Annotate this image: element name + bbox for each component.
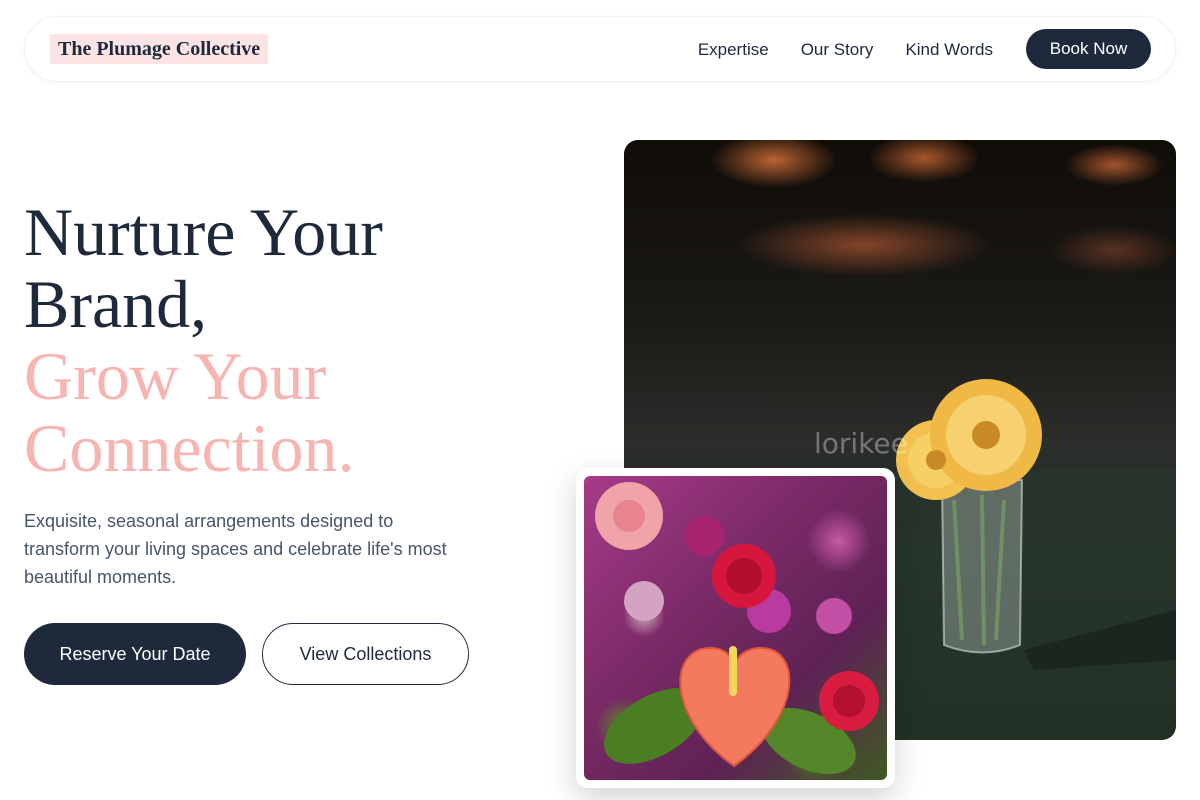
- nav-link-kind-words[interactable]: Kind Words: [905, 40, 993, 60]
- hero-title-line-4: Connection.: [24, 410, 355, 486]
- bouquet-photo: [584, 476, 887, 780]
- book-now-button[interactable]: Book Now: [1026, 29, 1151, 69]
- nav-link-expertise[interactable]: Expertise: [698, 40, 769, 60]
- hero-title: Nurture Your Brand, Grow Your Connection…: [24, 196, 504, 484]
- hero-title-line-2: Brand,: [24, 266, 208, 342]
- nav-link-our-story[interactable]: Our Story: [801, 40, 874, 60]
- hero-title-line-1: Nurture Your: [24, 194, 383, 270]
- inset-image-bouquet: [576, 468, 895, 788]
- view-collections-button[interactable]: View Collections: [262, 623, 469, 685]
- top-navigation: The Plumage Collective Expertise Our Sto…: [24, 16, 1176, 82]
- hero-title-line-3: Grow Your: [24, 338, 327, 414]
- bouquet-illustration: [595, 482, 879, 775]
- hero-subtitle: Exquisite, seasonal arrangements designe…: [24, 511, 447, 587]
- image-watermark: lorikee: [814, 427, 908, 460]
- reserve-date-button[interactable]: Reserve Your Date: [24, 623, 246, 685]
- brand-logo[interactable]: The Plumage Collective: [50, 34, 269, 64]
- nav-links: Expertise Our Story Kind Words: [698, 17, 993, 83]
